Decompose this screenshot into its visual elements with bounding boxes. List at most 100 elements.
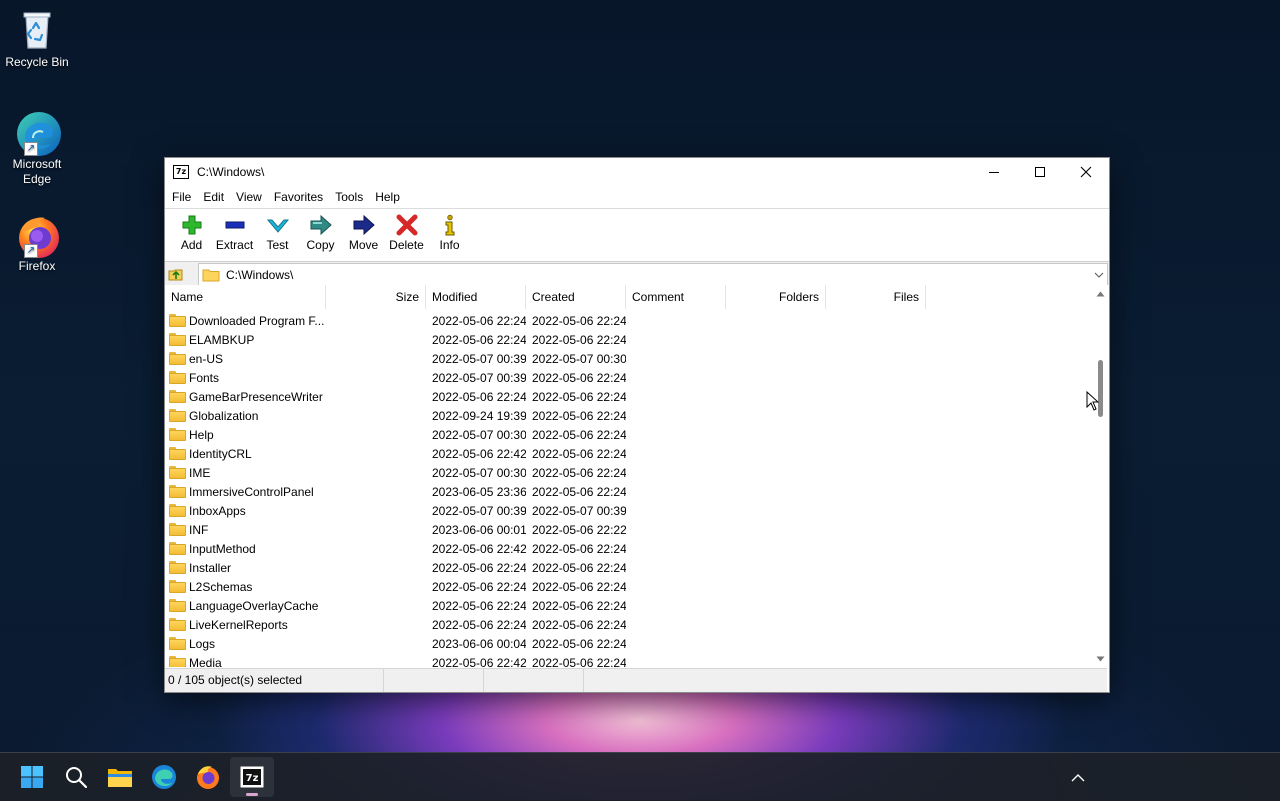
- created-cell: 2022-05-06 22:24: [532, 598, 626, 613]
- list-item[interactable]: IME 2022-05-07 00:30 2022-05-06 22:24: [165, 463, 1090, 482]
- chevron-down-icon[interactable]: [1091, 272, 1107, 278]
- address-path: C:\Windows\: [226, 267, 294, 282]
- file-list[interactable]: Name Size Modified Created Comment Folde…: [165, 285, 1107, 667]
- check-icon: [266, 214, 290, 236]
- created-cell: 2022-05-06 22:24: [532, 389, 626, 404]
- file-name: InboxApps: [189, 503, 246, 518]
- taskbar-firefox[interactable]: [186, 757, 230, 797]
- menu-edit[interactable]: Edit: [197, 186, 230, 208]
- address-input[interactable]: C:\Windows\: [198, 263, 1108, 286]
- menu-view[interactable]: View: [230, 186, 268, 208]
- minimize-button[interactable]: [971, 158, 1017, 186]
- menu-favorites[interactable]: Favorites: [268, 186, 329, 208]
- taskbar-edge[interactable]: [142, 757, 186, 797]
- scroll-up-arrow-icon[interactable]: [1092, 285, 1109, 302]
- column-header-created[interactable]: Created: [526, 285, 626, 309]
- created-cell: 2022-05-06 22:24: [532, 617, 626, 632]
- list-item[interactable]: LanguageOverlayCache 2022-05-06 22:24 2022…: [165, 596, 1090, 615]
- file-manager-window: 7z C:\Windows\ File Edit View Favorites …: [164, 157, 1110, 693]
- desktop-icon-firefox[interactable]: ↗ Firefox: [2, 212, 72, 274]
- move-button[interactable]: Move: [342, 209, 385, 252]
- minimize-icon: [989, 172, 999, 173]
- start-button[interactable]: [10, 757, 54, 797]
- file-name-cell: InputMethod: [165, 542, 326, 556]
- info-icon: [438, 214, 462, 236]
- taskbar-search-button[interactable]: [54, 757, 98, 797]
- up-folder-button[interactable]: [165, 263, 187, 285]
- desktop-icon-label: Recycle Bin: [5, 55, 69, 69]
- modified-cell: 2022-05-06 22:42: [432, 655, 526, 668]
- modified-cell: 2022-05-06 22:24: [432, 332, 526, 347]
- add-button[interactable]: Add: [170, 209, 213, 252]
- desktop-icon-recycle-bin[interactable]: Recycle Bin: [2, 8, 72, 70]
- list-item[interactable]: Help 2022-05-07 00:30 2022-05-06 22:24: [165, 425, 1090, 444]
- column-header-size[interactable]: Size: [326, 285, 426, 309]
- column-header-folders[interactable]: Folders: [726, 285, 826, 309]
- list-item[interactable]: Logs 2023-06-06 00:04 2022-05-06 22:24: [165, 634, 1090, 653]
- list-item[interactable]: LiveKernelReports 2022-05-06 22:24 2022-05…: [165, 615, 1090, 634]
- column-header-modified[interactable]: Modified: [426, 285, 526, 309]
- modified-cell: 2022-05-06 22:24: [432, 313, 526, 328]
- info-button[interactable]: Info: [428, 209, 471, 252]
- firefox-icon: [197, 766, 219, 789]
- list-item[interactable]: GameBarPresenceWriter 2022-05-06 22:24 202…: [165, 387, 1090, 406]
- modified-cell: 2022-05-07 00:39: [432, 370, 526, 385]
- folder-up-icon: [168, 269, 183, 281]
- list-item[interactable]: ELAMBKUP 2022-05-06 22:24 2022-05-06 22:24: [165, 330, 1090, 349]
- created-cell: 2022-05-06 22:24: [532, 636, 626, 651]
- list-item[interactable]: Fonts 2022-05-07 00:39 2022-05-06 22:24: [165, 368, 1090, 387]
- list-item[interactable]: Installer 2022-05-06 22:24 2022-05-06 22:2…: [165, 558, 1090, 577]
- file-name-cell: Globalization: [165, 409, 326, 423]
- list-header: Name Size Modified Created Comment Folde…: [165, 285, 1090, 309]
- desktop-icon-microsoft-edge[interactable]: ↗ Microsoft Edge: [2, 110, 72, 187]
- taskbar-7zip[interactable]: 7z: [230, 757, 274, 797]
- test-button[interactable]: Test: [256, 209, 299, 252]
- modified-cell: 2023-06-06 00:01: [432, 522, 526, 537]
- list-item[interactable]: L2Schemas 2022-05-06 22:24 2022-05-06 22:2…: [165, 577, 1090, 596]
- move-arrow-icon: [352, 214, 376, 236]
- menu-file[interactable]: File: [166, 186, 197, 208]
- created-cell: 2022-05-06 22:24: [532, 484, 626, 499]
- column-header-comment[interactable]: Comment: [626, 285, 726, 309]
- delete-button[interactable]: Delete: [385, 209, 428, 252]
- modified-cell: 2022-09-24 19:39: [432, 408, 526, 423]
- title-bar[interactable]: 7z C:\Windows\: [165, 158, 1109, 186]
- maximize-button[interactable]: [1017, 158, 1063, 186]
- file-name-cell: INF: [165, 523, 326, 537]
- list-item[interactable]: InboxApps 2022-05-07 00:39 2022-05-07 00:3…: [165, 501, 1090, 520]
- folder-icon: [169, 504, 186, 517]
- menu-help[interactable]: Help: [369, 186, 406, 208]
- show-hidden-icons-button[interactable]: [1056, 757, 1100, 797]
- chevron-up-icon: [1071, 773, 1085, 781]
- file-name-cell: en-US: [165, 352, 326, 366]
- list-item[interactable]: InputMethod 2022-05-06 22:42 2022-05-06 22…: [165, 539, 1090, 558]
- list-item[interactable]: ImmersiveControlPanel 2023-06-05 23:36 202…: [165, 482, 1090, 501]
- extract-button[interactable]: Extract: [213, 209, 256, 252]
- modified-cell: 2022-05-06 22:24: [432, 617, 526, 632]
- list-rows: Downloaded Program F... 2022-05-06 22:24 2…: [165, 311, 1090, 667]
- folder-icon: [202, 269, 220, 281]
- file-name: Logs: [189, 636, 216, 651]
- taskbar-file-explorer[interactable]: [98, 757, 142, 797]
- status-modified: [484, 669, 584, 692]
- column-header-files[interactable]: Files: [826, 285, 926, 309]
- file-name: L2Schemas: [189, 579, 253, 594]
- list-item[interactable]: en-US 2022-05-07 00:39 2022-05-07 00:30: [165, 349, 1090, 368]
- list-item[interactable]: Downloaded Program F... 2022-05-06 22:24 2…: [165, 311, 1090, 330]
- vertical-scrollbar[interactable]: [1092, 285, 1109, 667]
- copy-button[interactable]: Copy: [299, 209, 342, 252]
- list-item[interactable]: Globalization 2022-09-24 19:39 2022-05-06 …: [165, 406, 1090, 425]
- file-name-cell: ELAMBKUP: [165, 333, 326, 347]
- scroll-down-arrow-icon[interactable]: [1092, 650, 1109, 667]
- firefox-icon: ↗: [15, 212, 59, 258]
- column-header-name[interactable]: Name: [165, 285, 326, 309]
- shortcut-arrow-icon: ↗: [24, 244, 38, 258]
- list-item[interactable]: INF 2023-06-06 00:01 2022-05-06 22:22: [165, 520, 1090, 539]
- created-cell: 2022-05-06 22:24: [532, 560, 626, 575]
- list-item[interactable]: Media 2022-05-06 22:42 2022-05-06 22:24: [165, 653, 1090, 667]
- menu-tools[interactable]: Tools: [329, 186, 369, 208]
- close-button[interactable]: [1063, 158, 1109, 186]
- list-item[interactable]: IdentityCRL 2022-05-06 22:42 2022-05-06 22…: [165, 444, 1090, 463]
- created-cell: 2022-05-06 22:24: [532, 465, 626, 480]
- file-name-cell: Help: [165, 428, 326, 442]
